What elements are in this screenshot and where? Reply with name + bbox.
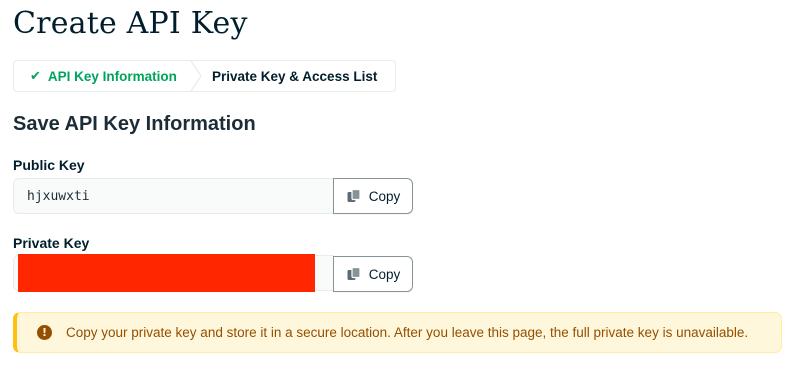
check-icon: ✔	[30, 68, 41, 83]
copy-private-key-button[interactable]: Copy	[333, 256, 413, 292]
copy-icon	[347, 188, 361, 202]
step-label: API Key Information	[47, 68, 177, 84]
copy-label: Copy	[368, 188, 401, 204]
step-private-key-access-list[interactable]: Private Key & Access List	[194, 61, 377, 91]
stepper: ✔ API Key Information Private Key & Acce…	[13, 60, 396, 92]
warning-icon: !	[37, 325, 52, 340]
private-key-field[interactable]	[13, 254, 334, 292]
page-title: Create API Key	[13, 6, 248, 41]
copy-public-key-button[interactable]: Copy	[333, 178, 413, 214]
section-title: Save API Key Information	[13, 113, 256, 135]
public-key-field[interactable]: hjxuwxti	[13, 178, 334, 214]
step-separator	[190, 61, 202, 91]
public-key-label: Public Key	[13, 157, 85, 173]
step-api-key-information[interactable]: ✔ API Key Information	[14, 61, 202, 91]
warning-banner: ! Copy your private key and store it in …	[13, 312, 782, 353]
redaction-block	[18, 254, 315, 292]
step-label: Private Key & Access List	[212, 68, 378, 84]
copy-icon	[347, 266, 361, 280]
copy-label: Copy	[368, 266, 401, 282]
private-key-label: Private Key	[13, 235, 90, 251]
warning-text: Copy your private key and store it in a …	[66, 325, 749, 340]
public-key-value: hjxuwxti	[27, 188, 90, 204]
